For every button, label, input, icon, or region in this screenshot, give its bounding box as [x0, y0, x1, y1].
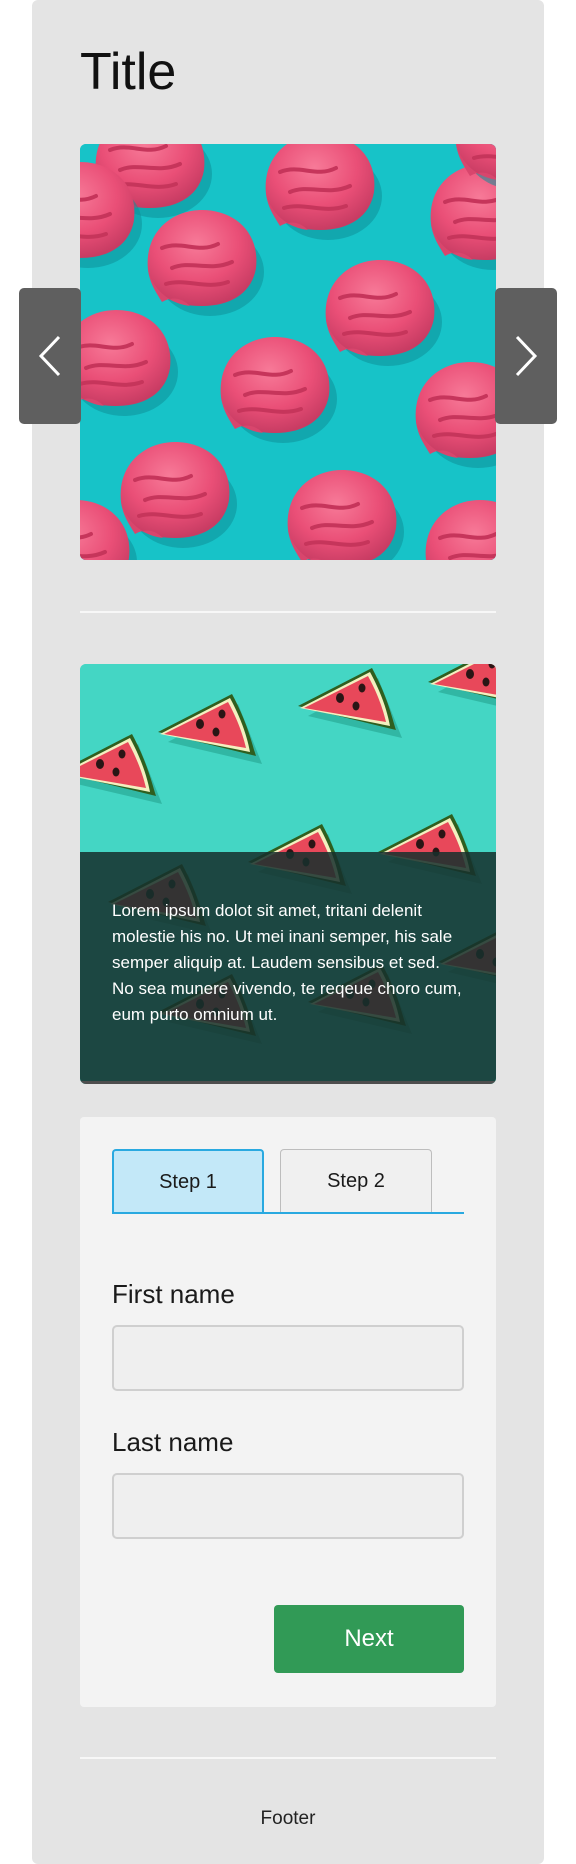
card-caption: Lorem ipsum dolot sit amet, tritani dele…: [112, 901, 462, 1024]
first-name-field[interactable]: [112, 1325, 464, 1391]
carousel-slide-image: [80, 144, 496, 560]
content-card: Lorem ipsum dolot sit amet, tritani dele…: [80, 664, 496, 1084]
carousel-prev-button[interactable]: [19, 288, 81, 424]
footer-divider: [80, 1757, 496, 1759]
last-name-label: Last name: [112, 1427, 234, 1457]
tab-step-2[interactable]: Step 2: [280, 1149, 432, 1213]
chevron-right-icon: [515, 335, 538, 377]
next-button[interactable]: Next: [274, 1605, 464, 1673]
tab-underline: [112, 1212, 464, 1214]
step-tabs: Step 1 Step 2: [112, 1149, 464, 1214]
footer-text: Footer: [260, 1808, 316, 1829]
carousel-next-button[interactable]: [495, 288, 557, 424]
card-bottom-border: [80, 1081, 496, 1084]
section-divider: [80, 611, 496, 613]
chevron-left-icon: [38, 335, 61, 377]
tab-step-1[interactable]: Step 1: [112, 1149, 264, 1214]
first-name-label: First name: [112, 1279, 235, 1309]
step-form: Step 1 Step 2 First name Last name Next: [80, 1117, 496, 1707]
page-title: Title: [80, 43, 177, 101]
last-name-field[interactable]: [112, 1473, 464, 1539]
